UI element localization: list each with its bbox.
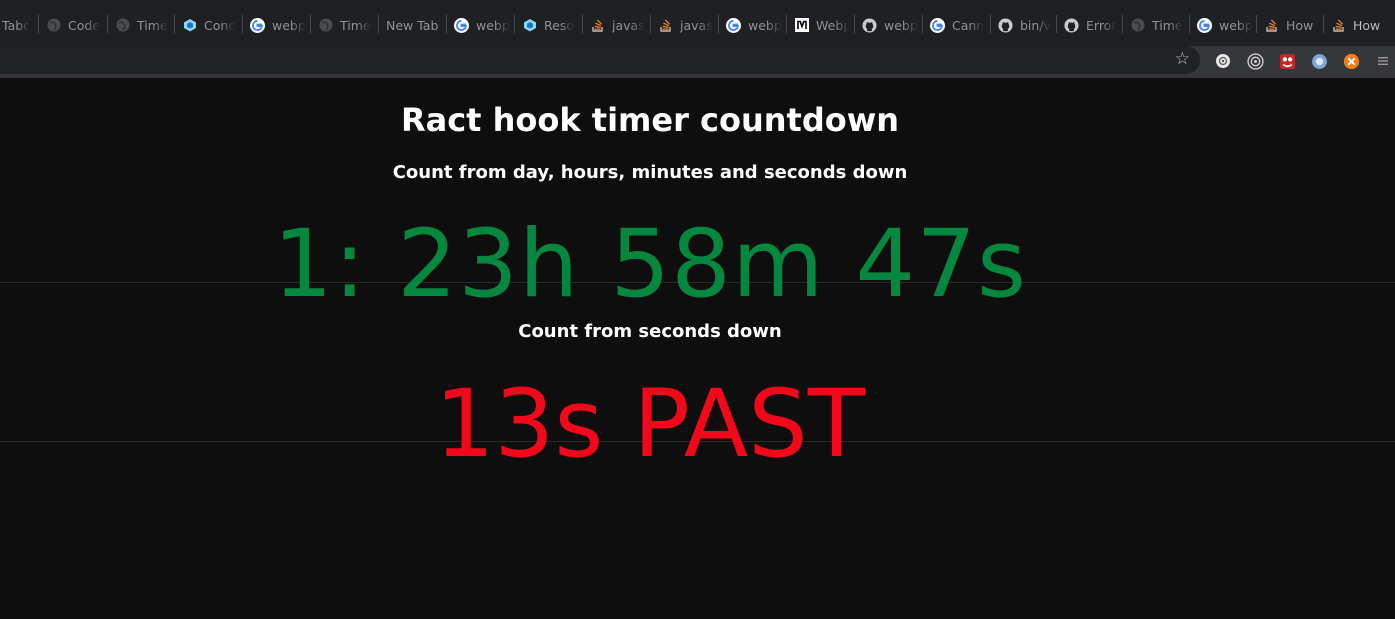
tab-separator <box>242 15 243 33</box>
tab-label: bin/v <box>1020 17 1051 33</box>
tab-separator <box>514 15 515 33</box>
github-icon <box>862 17 877 33</box>
browser-tab[interactable]: Tabc <box>0 10 40 40</box>
tab-separator <box>1122 15 1123 33</box>
browser-tab[interactable]: bin/v <box>992 10 1054 40</box>
tab-label: webp <box>884 17 918 33</box>
google-icon <box>726 17 741 33</box>
subtitle-seconds: Count from seconds down <box>518 321 782 342</box>
stackoverflow-icon <box>590 18 605 33</box>
stackoverflow-icon <box>1264 18 1279 33</box>
google-icon <box>454 17 469 33</box>
countdown-days-display: 1: 23h 58m 47s <box>272 210 1028 319</box>
browser-tab[interactable]: Time <box>312 10 374 40</box>
cube-icon <box>522 18 537 33</box>
tab-separator <box>1056 15 1057 33</box>
browser-tab[interactable]: How <box>1258 10 1320 40</box>
tab-separator <box>786 15 787 33</box>
google-icon <box>250 17 265 33</box>
tab-separator <box>582 15 583 33</box>
tab-separator <box>718 15 719 33</box>
tab-label: Webp <box>816 17 850 33</box>
tab-separator <box>38 15 39 33</box>
orange-extension-icon[interactable] <box>1342 52 1360 70</box>
browser-tab[interactable]: Conc <box>176 10 238 40</box>
google-icon <box>1197 17 1212 33</box>
tab-label: How <box>1286 17 1314 33</box>
browser-tab[interactable]: javas <box>584 10 646 40</box>
browser-tab[interactable]: javas <box>652 10 714 40</box>
browser-tab[interactable]: webp <box>720 10 782 40</box>
tab-strip: Tabc Code Time Conc webp Time New Tab we… <box>0 0 1395 46</box>
page-content: Ract hook timer countdown Count from day… <box>0 78 1395 619</box>
red-extension-icon[interactable] <box>1278 52 1296 70</box>
blue-extension-icon[interactable] <box>1310 52 1328 70</box>
tab-label: Conc <box>204 17 236 33</box>
countdown-seconds-display: 13s PAST <box>434 370 866 479</box>
browser-tab[interactable]: Code <box>40 10 102 40</box>
tab-separator <box>650 15 651 33</box>
cube-icon <box>182 18 197 33</box>
tab-label: javas <box>612 17 645 33</box>
browser-tab[interactable]: Reso <box>516 10 578 40</box>
stackoverflow-icon <box>658 18 673 33</box>
browser-tab[interactable]: webp <box>856 10 918 40</box>
medium-icon <box>794 18 809 33</box>
tab-label: Error <box>1086 17 1117 33</box>
target-extension-icon[interactable] <box>1246 52 1264 70</box>
tab-separator <box>378 15 379 33</box>
bookmark-star-icon[interactable]: ☆ <box>1175 49 1190 69</box>
globe-icon <box>115 18 130 33</box>
tab-label: Cann <box>952 17 985 33</box>
tab-label: webp <box>272 17 306 33</box>
tab-separator <box>854 15 855 33</box>
tab-label: Time <box>137 17 168 33</box>
tab-label: javas <box>680 17 713 33</box>
browser-tab[interactable]: New Tab <box>380 10 444 40</box>
browser-tab[interactable]: Time <box>109 10 171 40</box>
browser-tab[interactable]: Cann <box>924 10 986 40</box>
tab-label: Time <box>340 17 371 33</box>
tab-label: webp <box>748 17 782 33</box>
address-bar[interactable]: ☆ <box>0 46 1200 74</box>
globe-icon <box>1130 18 1145 33</box>
github-icon <box>1064 17 1079 33</box>
browser-tab[interactable]: Webp <box>788 10 850 40</box>
tab-separator <box>446 15 447 33</box>
tab-label: New Tab <box>386 17 439 33</box>
browser-tab[interactable]: Error <box>1058 10 1120 40</box>
browser-tab[interactable]: webp <box>244 10 306 40</box>
browser-tab-active[interactable]: How <box>1325 10 1391 40</box>
browser-toolbar: ☆ <box>0 46 1395 78</box>
tab-separator <box>174 15 175 33</box>
tab-label: webp <box>1219 17 1253 33</box>
tab-separator <box>107 15 108 33</box>
tab-separator <box>310 15 311 33</box>
tab-label: Time <box>1152 17 1183 33</box>
tab-label: webp <box>476 17 510 33</box>
tab-label: Tabc <box>2 17 31 33</box>
tab-separator <box>1189 15 1190 33</box>
browser-tab[interactable]: Time <box>1124 10 1186 40</box>
tab-label: Code <box>68 17 101 33</box>
tab-separator <box>1256 15 1257 33</box>
tab-label: Reso <box>544 17 574 33</box>
google-icon <box>930 17 945 33</box>
globe-icon <box>46 18 61 33</box>
tab-separator <box>990 15 991 33</box>
tab-separator <box>1323 15 1324 33</box>
subtitle-days: Count from day, hours, minutes and secon… <box>392 162 908 183</box>
stackoverflow-icon <box>1331 18 1346 33</box>
tab-separator <box>922 15 923 33</box>
privacy-extension-icon[interactable] <box>1214 52 1232 70</box>
menu-extension-icon[interactable] <box>1374 52 1392 70</box>
browser-tab[interactable]: webp <box>1191 10 1253 40</box>
page-title: Ract hook timer countdown <box>400 101 900 139</box>
github-icon <box>998 17 1013 33</box>
tab-label: How <box>1353 17 1381 33</box>
globe-icon <box>318 18 333 33</box>
browser-tab[interactable]: webp <box>448 10 510 40</box>
